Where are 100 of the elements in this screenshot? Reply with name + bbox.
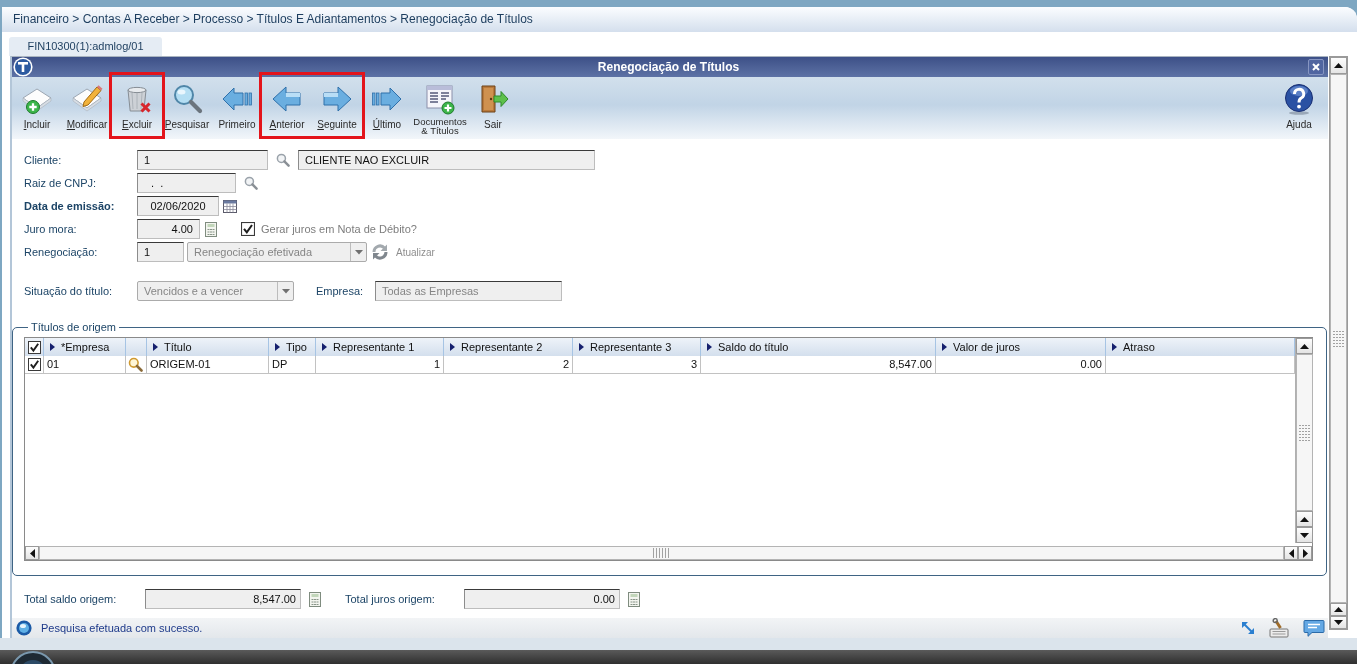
column-header[interactable]: Representante 3 xyxy=(573,338,701,356)
search-button[interactable]: Pesquisar xyxy=(162,81,212,137)
add-button[interactable]: Incluir xyxy=(12,81,62,137)
search-icon xyxy=(171,83,203,115)
checkbox-label: Gerar juros em Nota de Débito? xyxy=(261,223,417,235)
column-header[interactable]: Representante 1 xyxy=(316,338,444,356)
field-label: Renegociação: xyxy=(24,246,99,258)
vertical-scrollbar[interactable] xyxy=(1295,338,1313,543)
triangle-marker-icon xyxy=(579,343,584,351)
triangle-marker-icon xyxy=(50,343,55,351)
delete-button[interactable]: Excluir xyxy=(112,81,162,137)
field-label: Situação do título: xyxy=(24,285,114,297)
scrollbar-thumb[interactable] xyxy=(1296,354,1313,511)
table-cell: 3 xyxy=(573,356,701,374)
column-header[interactable]: Atraso xyxy=(1106,338,1295,356)
close-icon xyxy=(1312,63,1320,71)
help-icon xyxy=(1283,83,1315,115)
field-label: Cliente: xyxy=(24,154,63,166)
cnpj-field[interactable]: . . xyxy=(137,173,236,193)
documents-button[interactable]: Documentos & Títulos xyxy=(412,81,468,137)
field-label: Empresa: xyxy=(316,285,365,297)
scroll-left-button[interactable] xyxy=(1284,546,1298,560)
calculator-icon[interactable] xyxy=(205,221,217,237)
table-cell: 1 xyxy=(316,356,444,374)
interest-field[interactable]: 4.00 xyxy=(137,219,200,239)
checkbox[interactable] xyxy=(241,222,255,236)
up-triangle-icon xyxy=(1300,516,1309,522)
scroll-up-button[interactable] xyxy=(1330,603,1347,616)
down-triangle-icon xyxy=(1300,532,1309,538)
triangle-marker-icon xyxy=(153,343,158,351)
column-header[interactable]: Título xyxy=(147,338,269,356)
column-header[interactable]: Tipo xyxy=(269,338,316,356)
right-triangle-icon xyxy=(1302,548,1308,558)
previous-button[interactable]: Anterior xyxy=(262,81,312,137)
renegotiation-number-field[interactable]: 1 xyxy=(137,242,184,262)
status-orb-icon xyxy=(16,620,32,636)
scroll-left-button[interactable] xyxy=(25,546,39,560)
first-button[interactable]: Primeiro xyxy=(212,81,262,137)
field-label: Data de emissão: xyxy=(24,200,116,212)
date-field[interactable]: 02/06/2020 xyxy=(137,196,219,216)
field-label: Total saldo origem: xyxy=(24,593,118,605)
triangle-marker-icon xyxy=(275,343,280,351)
right-arrow-icon xyxy=(321,83,353,115)
column-header[interactable]: Valor de juros xyxy=(936,338,1106,356)
table-cell: 8,547.00 xyxy=(701,356,936,374)
table-cell: 0.00 xyxy=(936,356,1106,374)
scroll-down-button[interactable] xyxy=(1296,527,1313,543)
scroll-right-button[interactable] xyxy=(1298,546,1312,560)
scroll-down-button[interactable] xyxy=(1330,616,1347,629)
keyboard-wrench-icon[interactable] xyxy=(1269,618,1289,638)
document-plus-icon xyxy=(424,83,456,115)
triangle-marker-icon xyxy=(1112,343,1117,351)
table-cell: ORIGEM-01 xyxy=(147,356,269,374)
column-header[interactable]: Saldo do título xyxy=(701,338,936,356)
scroll-up-button[interactable] xyxy=(1296,338,1313,354)
search-icon[interactable] xyxy=(276,153,290,167)
search-icon[interactable] xyxy=(128,357,143,372)
group-title: Títulos de origem xyxy=(30,321,117,333)
dropdown-arrow-icon xyxy=(281,288,290,294)
column-header[interactable]: *Empresa xyxy=(44,338,126,356)
breadcrumb: Financeiro > Contas A Receber > Processo > Títulos E Adiantamentos > Renegociação de Títulos xyxy=(2,7,1357,32)
round-orb-icon[interactable] xyxy=(10,650,56,664)
help-button[interactable]: Ajuda xyxy=(1274,81,1324,137)
left-triangle-icon xyxy=(29,548,35,558)
close-button[interactable] xyxy=(1308,59,1324,75)
last-button[interactable]: Último xyxy=(362,81,412,137)
column-header xyxy=(126,338,147,356)
speech-bubble-icon[interactable] xyxy=(1303,619,1325,637)
search-icon[interactable] xyxy=(244,176,258,190)
left-arrow-icon xyxy=(271,83,303,115)
scroll-up-button[interactable] xyxy=(1330,57,1347,74)
calculator-icon[interactable] xyxy=(309,591,321,607)
field-label: Total juros origem: xyxy=(345,593,436,605)
vertical-scrollbar[interactable] xyxy=(1329,56,1348,630)
column-header[interactable]: Representante 2 xyxy=(444,338,573,356)
field-label: Raiz de CNPJ: xyxy=(24,177,98,189)
tab[interactable]: FIN10300(1):admlog/01 xyxy=(9,37,162,56)
dropdown-arrow-icon xyxy=(354,249,363,255)
scrollbar-thumb[interactable] xyxy=(1330,74,1347,603)
scroll-up-button[interactable] xyxy=(1296,511,1313,527)
triangle-marker-icon xyxy=(707,343,712,351)
edit-button[interactable]: Modificar xyxy=(62,81,112,137)
exit-button[interactable]: Sair xyxy=(468,81,518,137)
up-triangle-icon xyxy=(1300,343,1309,349)
left-triangle-icon xyxy=(1288,548,1294,558)
next-button[interactable]: Seguinte xyxy=(312,81,362,137)
triangle-marker-icon xyxy=(942,343,947,351)
client-code-field[interactable]: 1 xyxy=(137,150,268,170)
calendar-icon[interactable] xyxy=(223,199,237,213)
total-field: 8,547.00 xyxy=(145,589,301,609)
row-checkbox[interactable] xyxy=(28,358,41,371)
client-name-field[interactable]: CLIENTE NAO EXCLUIR xyxy=(298,150,595,170)
header-checkbox[interactable] xyxy=(28,340,41,354)
table-cell: DP xyxy=(269,356,316,374)
table-cell: 2 xyxy=(444,356,573,374)
down-triangle-icon xyxy=(1334,620,1343,625)
table-cell: 01 xyxy=(44,356,126,374)
diagonal-arrows-icon[interactable] xyxy=(1241,621,1255,635)
calculator-icon[interactable] xyxy=(628,591,640,607)
window-title: Renegociação de Títulos xyxy=(596,60,741,74)
